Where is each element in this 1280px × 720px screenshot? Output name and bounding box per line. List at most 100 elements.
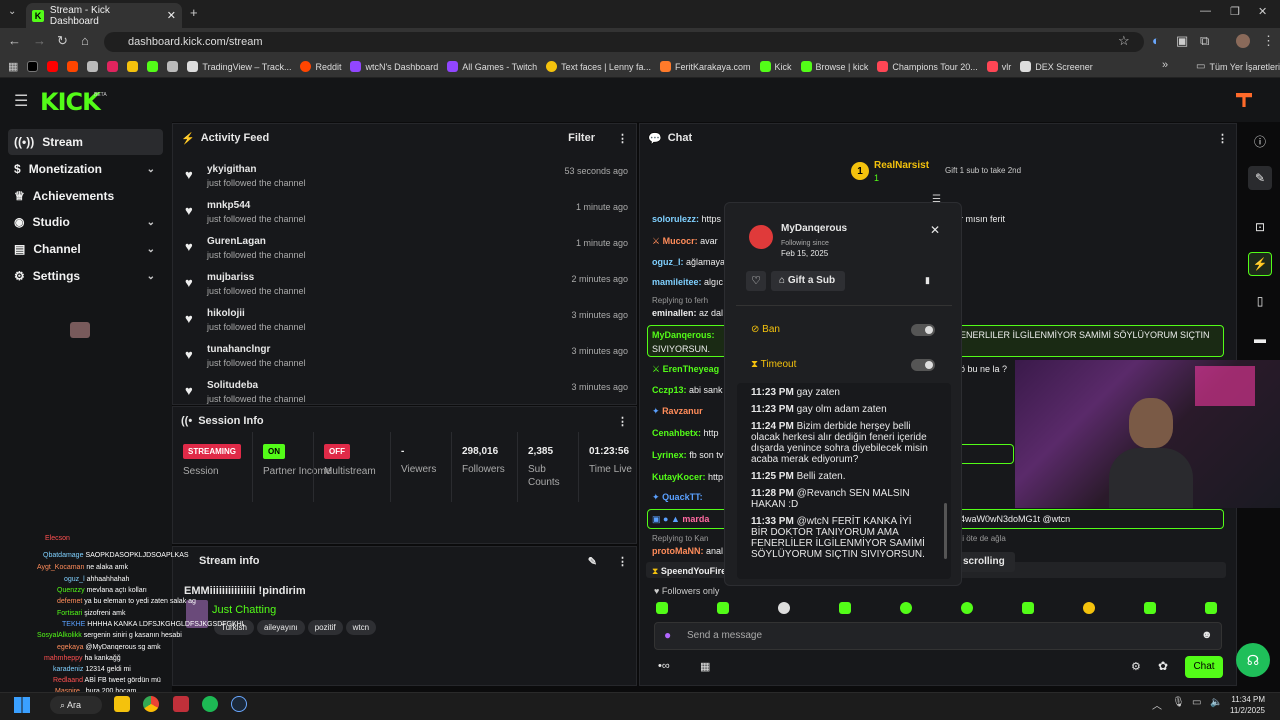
emote-icon[interactable] (1083, 602, 1095, 614)
file-explorer-icon[interactable] (114, 696, 130, 712)
green-bookmark-icon[interactable] (147, 61, 159, 72)
edit-pencil-icon[interactable]: ✎ (588, 555, 597, 568)
new-tab-icon[interactable]: + (190, 5, 198, 20)
bookmark-5[interactable]: FeritKarakaya.com (659, 61, 751, 72)
browser-menu-icon[interactable]: ⋮ (1262, 33, 1275, 49)
extension-icon[interactable]: ◐ (1152, 33, 1160, 48)
volume-icon[interactable]: 🔈 (1210, 697, 1222, 708)
emote-icon[interactable] (900, 602, 912, 614)
bookmark-6[interactable]: Kick (759, 61, 792, 72)
scan-icon[interactable]: ⊡ (1248, 215, 1272, 239)
activity-menu-icon[interactable]: ⋮ (617, 132, 628, 145)
spotify-icon[interactable] (202, 696, 218, 712)
g-bookmark-icon[interactable] (127, 61, 139, 72)
emote-icon[interactable] (1144, 602, 1156, 614)
store-icon[interactable]: ▦ (700, 660, 710, 673)
site-bookmark-icon[interactable] (87, 61, 99, 72)
follow-heart-button[interactable]: ♡ (746, 271, 766, 291)
minimize-icon[interactable]: — (1200, 5, 1211, 17)
bookmark-8[interactable]: Champions Tour 20... (877, 61, 978, 72)
session-menu-icon[interactable]: ⋮ (617, 415, 628, 428)
emote-icon[interactable] (1022, 602, 1034, 614)
support-headset-icon[interactable]: ☊ (1236, 643, 1270, 677)
bookmark-3[interactable]: All Games - Twitch (447, 61, 537, 72)
tag[interactable]: pozitif (307, 620, 343, 635)
steam-icon[interactable] (231, 696, 247, 712)
youtube-bookmark-icon[interactable] (47, 61, 59, 72)
all-bookmarks[interactable]: ▭ Tüm Yer İşaretleri (1196, 61, 1280, 72)
bookmark-4[interactable]: Text faces | Lenny fa... (546, 61, 651, 72)
app-icon[interactable] (173, 696, 189, 712)
chat-send-button[interactable]: Chat (1185, 656, 1223, 678)
tag[interactable]: aileyayını (256, 620, 305, 635)
taskbar-clock[interactable]: 11:34 PM 11/2/2025 (1230, 694, 1265, 716)
emote-icon[interactable] (1205, 602, 1217, 614)
emote-icon[interactable] (778, 602, 790, 614)
chat-tools-icon[interactable]: ✿ (1158, 659, 1168, 673)
scrolling-indicator[interactable]: scrolling (955, 552, 1015, 572)
bookmark-0[interactable]: TradingView – Track... (187, 61, 291, 72)
more-bookmarks-icon[interactable]: » (1162, 59, 1168, 71)
media-icon[interactable]: ▣ (1176, 33, 1188, 49)
sidebar-item-studio[interactable]: ◉ Studio ⌄ (8, 209, 163, 235)
sidebar-item-monetization[interactable]: $ Monetization ⌄ (8, 156, 163, 182)
globe-bookmark-icon[interactable] (167, 61, 179, 72)
bookmark-star-icon[interactable]: ☆ (1118, 33, 1130, 49)
gift-sub-button[interactable]: ⌂ Gift a Sub (771, 271, 845, 291)
tray-chevron-icon[interactable]: ︿ (1152, 697, 1162, 712)
sidebar-item-channel[interactable]: ▤ Channel ⌄ (8, 236, 163, 262)
hamburger-menu-icon[interactable]: ☰ (14, 91, 28, 111)
bookmark-2[interactable]: wtcN's Dashboard (350, 61, 438, 72)
taskbar-search[interactable]: ⌕ Ara (50, 696, 102, 714)
ban-toggle[interactable] (911, 324, 935, 336)
gift-prompt[interactable]: Gift 1 sub to take 2nd (945, 166, 1021, 175)
forward-icon[interactable]: → (33, 33, 46, 48)
emote-icon[interactable] (961, 602, 973, 614)
address-bar[interactable]: dashboard.kick.com/stream (104, 32, 1144, 52)
close-tab-icon[interactable]: ✕ (167, 9, 176, 22)
chat-settings-icon[interactable]: ⚙ (1131, 660, 1141, 673)
stream-info-menu-icon[interactable]: ⋮ (617, 555, 628, 568)
edit-icon[interactable]: ✎ (1248, 166, 1272, 190)
filter-button[interactable]: Filter (568, 132, 595, 144)
emote-icon[interactable] (717, 602, 729, 614)
chat-rail-icon[interactable]: ▬ (1248, 327, 1272, 351)
mic-tray-icon[interactable]: 🎙 (1172, 697, 1185, 708)
mic-icon[interactable]: ● (664, 628, 671, 642)
x-bookmark-icon[interactable] (27, 61, 39, 72)
back-icon[interactable]: ← (8, 33, 21, 48)
extensions-puzzle-icon[interactable]: ⧉ (1200, 33, 1209, 49)
popup-options-icon[interactable]: ▮ (925, 275, 930, 286)
home-icon[interactable]: ⌂ (81, 33, 89, 48)
top-gifter-name[interactable]: RealNarsist (874, 160, 929, 171)
sidebar-item-stream[interactable]: ((•)) Stream (8, 129, 163, 155)
network-icon[interactable]: ▭ (1192, 697, 1201, 708)
popup-close-icon[interactable]: ✕ (930, 223, 940, 237)
bolt-icon[interactable]: ⚡ (1248, 252, 1272, 276)
info-icon[interactable]: ⓘ (1248, 129, 1272, 153)
sidebar-item-settings[interactable]: ⚙ Settings ⌄ (8, 263, 163, 289)
profile-avatar[interactable] (1236, 34, 1250, 48)
bookmark-7[interactable]: Browse | kick (800, 61, 868, 72)
bookmark-9[interactable]: vlr (986, 61, 1011, 72)
y-bookmark-icon[interactable] (107, 61, 119, 72)
maximize-icon[interactable]: ❐ (1230, 5, 1240, 18)
document-icon[interactable]: ▯ (1248, 289, 1272, 313)
tag[interactable]: wtcn (345, 620, 377, 635)
history-scrollbar[interactable] (944, 503, 947, 559)
tab-list-icon[interactable]: ⌄ (8, 6, 16, 17)
emote-icon[interactable] (656, 602, 668, 614)
reddit-small-icon[interactable] (67, 61, 79, 72)
kick-logo[interactable]: KICK (40, 88, 101, 116)
emote-icon[interactable] (839, 602, 851, 614)
bookmark-10[interactable]: DEX Screener (1020, 61, 1093, 72)
sidebar-item-achievements[interactable]: ♕ Achievements (8, 183, 163, 209)
chrome-icon[interactable] (143, 696, 159, 712)
windows-start-icon[interactable] (14, 697, 30, 713)
emoji-icon[interactable]: ☻ (1201, 629, 1213, 641)
close-window-icon[interactable]: ✕ (1258, 5, 1267, 18)
apps-grid-icon[interactable]: ▦ (8, 60, 18, 73)
bookmark-1[interactable]: Reddit (300, 61, 341, 72)
message-history[interactable]: 11:23 PM gay zaten 11:23 PM gay olm adam… (737, 383, 951, 579)
chat-menu-icon[interactable]: ⋮ (1217, 132, 1228, 145)
